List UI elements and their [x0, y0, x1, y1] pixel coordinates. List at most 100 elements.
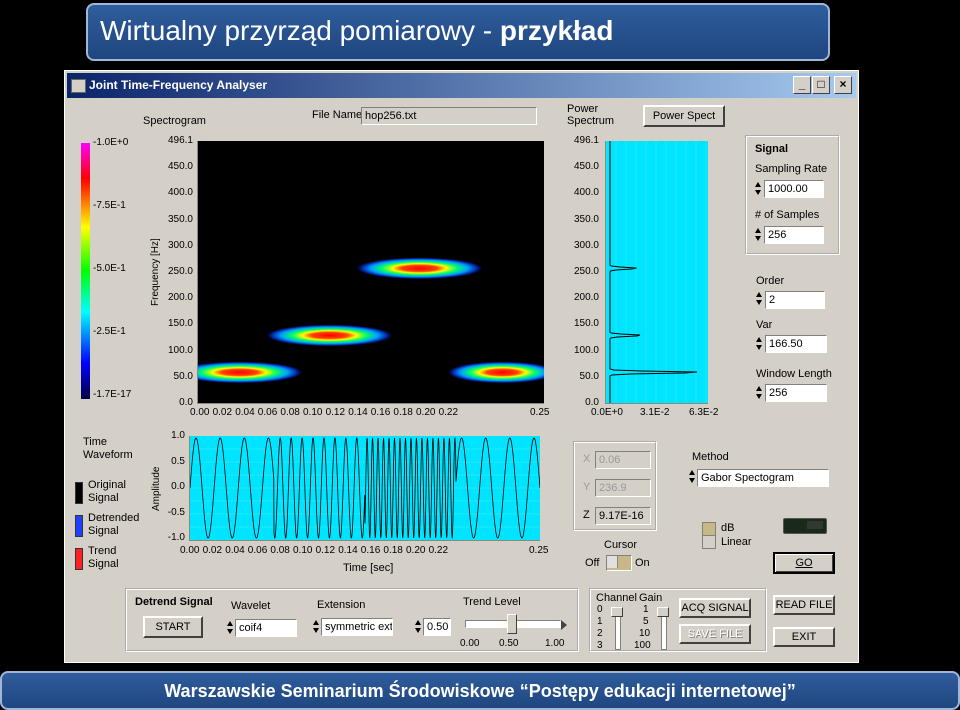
- read-file-button[interactable]: READ FILE: [773, 595, 835, 615]
- time-waveform-label-2: Waveform: [83, 449, 133, 461]
- spec-xtick-5: 0.10: [303, 407, 323, 418]
- window-titlebar[interactable]: Joint Time-Frequency Analyser _ □ ×: [67, 73, 856, 98]
- wavelet-label: Wavelet: [231, 600, 271, 612]
- wavelet-spinner[interactable]: [227, 620, 234, 636]
- window-length-field[interactable]: 256: [765, 384, 827, 402]
- extension-spinner[interactable]: [313, 619, 320, 635]
- spectrogram-component-2: [355, 257, 484, 280]
- power-ytick-4: 300.0: [573, 239, 599, 251]
- trend-level-thumb[interactable]: [507, 614, 517, 634]
- waveform-xtick-0: 0.00: [180, 545, 200, 556]
- waveform-xtick-9: 0.18: [383, 545, 403, 556]
- gain-tick-1: 5: [643, 616, 649, 627]
- waveform-xtick-11: 0.22: [428, 545, 449, 556]
- spectrogram-component-0: [175, 361, 304, 384]
- sampling-rate-spinner[interactable]: [755, 181, 762, 197]
- colorbar-tick-1: -7.5E-1: [93, 200, 126, 211]
- window-length-spinner[interactable]: [756, 385, 763, 401]
- trend-value-spinner[interactable]: [415, 619, 422, 635]
- power-spectrum-line: [609, 141, 697, 403]
- sampling-rate-field[interactable]: 1000.00: [764, 180, 824, 198]
- method-spinner[interactable]: [689, 469, 696, 485]
- order-spinner[interactable]: [756, 291, 763, 307]
- wavelet-field[interactable]: coif4: [235, 619, 297, 637]
- spectrogram-component-1: [265, 324, 394, 347]
- signal-panel-title: Signal: [755, 143, 789, 155]
- waveform-xtick-7: 0.14: [338, 545, 358, 556]
- gain-tick-2: 10: [639, 628, 651, 639]
- power-spect-button[interactable]: Power Spect: [643, 105, 725, 127]
- start-button[interactable]: START: [143, 616, 203, 638]
- window-length-label: Window Length: [756, 368, 832, 380]
- db-selector[interactable]: [702, 522, 716, 536]
- waveform-xtick-6: 0.12: [315, 545, 336, 556]
- run-indicator: [783, 518, 827, 534]
- save-file-button[interactable]: SAVE FILE: [679, 624, 751, 644]
- spectrogram-svg: [175, 257, 559, 384]
- order-field[interactable]: 2: [765, 291, 825, 309]
- slide-title: Wirtualny przyrząd pomiarowy - przykład: [100, 15, 614, 46]
- app-window: Joint Time-Frequency Analyser _ □ × -1.0…: [64, 70, 859, 663]
- extension-field[interactable]: symmetric ext: [321, 618, 393, 636]
- file-name-field[interactable]: hop256.txt: [361, 107, 537, 125]
- detrended-signal-led[interactable]: [75, 515, 83, 537]
- order-label: Order: [756, 275, 785, 287]
- cursor-x-field: 0.06: [595, 451, 651, 469]
- close-button[interactable]: ×: [834, 76, 852, 94]
- power-ytick-3: 350.0: [573, 213, 599, 225]
- var-label: Var: [756, 319, 773, 331]
- spec-ytick-10: 0.0: [179, 397, 193, 408]
- maximize-button[interactable]: □: [812, 76, 830, 94]
- power-ytick-6: 200.0: [573, 292, 599, 304]
- cursor-off-label: Off: [585, 557, 600, 569]
- file-name-label: File Name: [312, 109, 363, 121]
- gain-label: Gain: [639, 592, 663, 604]
- linear-selector[interactable]: [702, 535, 716, 549]
- cursor-on-label: On: [635, 557, 650, 569]
- minimize-button[interactable]: _: [793, 76, 811, 94]
- waveform-xtick-5: 0.10: [293, 545, 313, 556]
- power-spectrum-label-2: Spectrum: [567, 115, 615, 127]
- original-label-1: Original: [88, 479, 126, 491]
- gain-slider-thumb[interactable]: [657, 607, 669, 617]
- cursor-toggle[interactable]: [606, 555, 632, 571]
- channel-tick-1: 1: [597, 616, 603, 627]
- spec-ytick-1: 450.0: [167, 161, 193, 173]
- cursor-y-label: Y: [583, 481, 591, 493]
- detrended-label-2: Signal: [88, 525, 119, 537]
- signal-panel: Signal Sampling Rate 1000.00 # of Sample…: [745, 135, 840, 255]
- method-field[interactable]: Gabor Spectogram: [697, 469, 829, 487]
- spec-xtick-4: 0.08: [280, 407, 300, 418]
- acq-signal-button[interactable]: ACQ SIGNAL: [679, 598, 751, 618]
- spectrogram-component-3: [446, 361, 559, 384]
- waveform-plot[interactable]: [189, 436, 541, 541]
- var-field[interactable]: 166.50: [765, 335, 827, 353]
- power-xtick-1: 3.1E-2: [640, 407, 670, 418]
- trend-signal-led[interactable]: [75, 548, 83, 570]
- spec-ytick-2: 400.0: [167, 187, 193, 199]
- time-axis-label: Time [sec]: [343, 562, 394, 574]
- power-spectrum-plot[interactable]: [605, 141, 708, 404]
- trend-value-field[interactable]: 0.50: [423, 618, 451, 636]
- spec-ytick-8: 100.0: [167, 344, 193, 356]
- go-button[interactable]: GO: [773, 552, 835, 574]
- samples-field[interactable]: 256: [764, 226, 824, 244]
- channel-tick-2: 2: [597, 628, 603, 639]
- samples-spinner[interactable]: [755, 227, 762, 243]
- var-spinner[interactable]: [756, 336, 763, 352]
- spec-xtick-3: 0.06: [257, 407, 278, 418]
- spec-ytick-9: 50.0: [173, 370, 193, 382]
- cursor-y-field: 236.9: [595, 479, 651, 497]
- channel-slider-thumb[interactable]: [611, 607, 623, 617]
- original-signal-led[interactable]: [75, 482, 83, 504]
- footer-text: Warszawskie Seminarium Środowiskowe “Pos…: [164, 681, 796, 701]
- power-ytick-0: 496.1: [573, 135, 599, 146]
- spectrogram-plot[interactable]: [175, 141, 559, 404]
- trend-tick-2: 1.00: [545, 638, 565, 649]
- spec-ytick-0: 496.1: [167, 135, 193, 146]
- channel-label: Channel: [596, 592, 637, 604]
- detrend-panel: Detrend Signal START Wavelet coif4 Exten…: [125, 588, 579, 652]
- exit-button[interactable]: EXIT: [773, 627, 835, 647]
- extension-label: Extension: [317, 599, 366, 611]
- slide-footer: Warszawskie Seminarium Środowiskowe “Pos…: [0, 671, 960, 710]
